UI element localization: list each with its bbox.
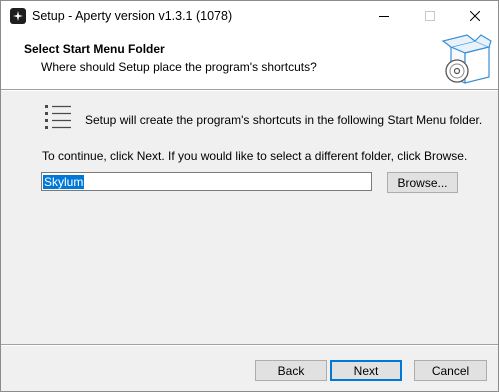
cancel-button[interactable]: Cancel xyxy=(414,360,487,381)
continue-instructions: To continue, click Next. If you would li… xyxy=(42,149,468,163)
start-menu-folder-input[interactable]: Skylum xyxy=(41,172,372,191)
close-icon xyxy=(470,11,480,21)
title-bar[interactable]: Setup - Aperty version v1.3.1 (1078) xyxy=(1,1,498,31)
browse-button[interactable]: Browse... xyxy=(387,172,458,193)
maximize-icon xyxy=(425,11,435,21)
maximize-button[interactable] xyxy=(407,1,453,31)
start-menu-list-icon xyxy=(45,105,71,129)
page-title: Select Start Menu Folder xyxy=(24,42,165,56)
setup-box-icon xyxy=(441,34,492,84)
wizard-header: Select Start Menu Folder Where should Se… xyxy=(1,31,498,89)
minimize-button[interactable] xyxy=(361,1,407,31)
back-button[interactable]: Back xyxy=(255,360,327,381)
minimize-icon xyxy=(379,16,389,17)
header-divider-highlight xyxy=(1,90,498,91)
setup-window: Setup - Aperty version v1.3.1 (1078) Sel… xyxy=(0,0,499,392)
shortcut-info-text: Setup will create the program's shortcut… xyxy=(85,113,483,127)
folder-input-value: Skylum xyxy=(43,175,85,189)
window-title: Setup - Aperty version v1.3.1 (1078) xyxy=(32,9,233,23)
close-button[interactable] xyxy=(452,1,498,31)
page-subtitle: Where should Setup place the program's s… xyxy=(41,60,317,74)
footer-divider-highlight xyxy=(1,345,498,346)
app-icon xyxy=(10,8,26,24)
next-button[interactable]: Next xyxy=(330,360,402,381)
